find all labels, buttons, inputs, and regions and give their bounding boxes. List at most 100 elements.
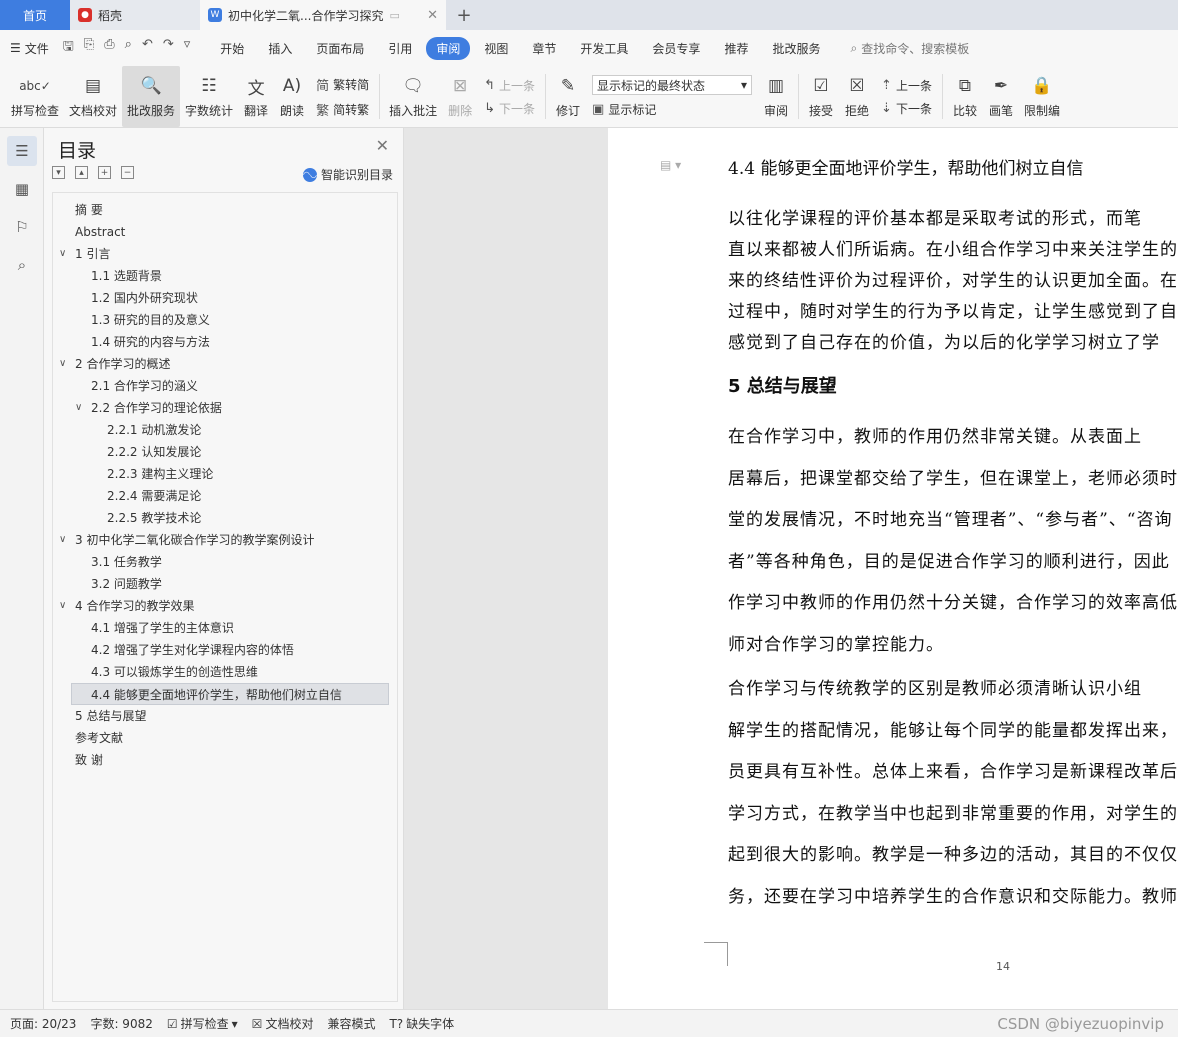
toc-item[interactable]: 4.1 增强了学生的主体意识 [53,617,397,639]
menu-item-9[interactable]: 推荐 [714,37,758,60]
close-tab-icon[interactable]: ✕ [427,8,438,23]
toc-item[interactable]: ∨ 3 初中化学二氧化碳合作学习的教学案例设计 [53,529,397,551]
lock-icon: 🔒 [1031,76,1053,96]
toc-item[interactable]: 5 总结与展望 [53,705,397,727]
menu-item-3[interactable]: 引用 [378,37,422,60]
collapse-chevron-icon[interactable]: ∨ [59,529,66,551]
menu-item-5[interactable]: 视图 [474,37,518,60]
toc-item[interactable]: ∨ 2.2 合作学习的理论依据 [53,397,397,419]
collapse-chevron-icon[interactable]: ∨ [59,353,66,375]
chapter-nav-icon[interactable]: ▦ [7,174,37,204]
read-aloud-button[interactable]: A) 朗读 [274,66,310,127]
smart-toc-button[interactable]: ◠◡ 智能识别目录 [302,166,393,183]
undo-icon[interactable]: ↶ [142,37,153,59]
toc-item[interactable]: 2.2.5 教学技术论 [53,507,397,529]
reject-button[interactable]: ☒ 拒绝 [839,66,875,127]
print-preview-icon[interactable]: ⌕ [125,37,132,59]
toc-item[interactable]: 致 谢 [53,749,397,771]
export-pdf-icon[interactable]: ⎘ [84,37,94,59]
add-heading-icon[interactable]: + [98,166,111,179]
remove-heading-icon[interactable]: − [121,166,134,179]
insert-comment-button[interactable]: 🗨 插入批注 [384,66,442,127]
menu-item-1[interactable]: 插入 [258,37,302,60]
collapse-chevron-icon[interactable]: ∨ [59,243,66,265]
toc-item[interactable]: 参考文献 [53,727,397,749]
menu-item-2[interactable]: 页面布局 [306,37,374,60]
toc-item[interactable]: 2.1 合作学习的涵义 [53,375,397,397]
toc-item[interactable]: Abstract [53,221,397,243]
print-icon[interactable]: ⎙ [104,37,114,59]
toc-item[interactable]: 1.2 国内外研究现状 [53,287,397,309]
word-count-button[interactable]: ☷ 字数统计 [180,66,238,127]
file-menu[interactable]: ☰ 文件 [10,40,49,57]
next-comment-button[interactable]: ↳ 下一条 [484,100,535,117]
toc-panel-icon[interactable]: ☰ [7,136,37,166]
status-spell-check[interactable]: ☑ 拼写检查 ▾ [167,1015,238,1032]
delete-comment-button[interactable]: ⊠ 删除 [442,66,478,127]
show-markup-button[interactable]: ▣ 显示标记 [592,101,752,118]
next-change-button[interactable]: ⇣ 下一条 [881,100,932,117]
restrict-editing-button[interactable]: 🔒 限制编 [1019,66,1065,127]
toc-item[interactable]: 1.4 研究的内容与方法 [53,331,397,353]
toc-item[interactable]: 3.2 问题教学 [53,573,397,595]
prev-comment-button[interactable]: ↰ 上一条 [484,77,535,94]
tab-home[interactable]: 首页 [0,0,70,30]
doc-proof-button[interactable]: ▤ 文档校对 [64,66,122,127]
spell-check-button[interactable]: abc✓ 拼写检查 [6,66,64,127]
toc-item[interactable]: ∨ 4 合作学习的教学效果 [53,595,397,617]
toc-item[interactable]: 2.2.3 建构主义理论 [53,463,397,485]
command-search[interactable]: ⌕ 查找命令、搜索模板 [850,40,969,57]
missing-fonts[interactable]: T? 缺失字体 [389,1015,454,1032]
toc-item[interactable]: 4.3 可以锻炼学生的创造性思维 [53,661,397,683]
compat-mode[interactable]: 兼容模式 [327,1015,375,1032]
pin-icon[interactable]: ▭ [389,9,399,22]
document-page[interactable]: ▤ ▾ 4.4 能够更全面地评价学生，帮助他们树立自信 以往化学课程的评价基本都… [608,128,1178,1009]
toc-item[interactable]: ∨ 2 合作学习的概述 [53,353,397,375]
menu-item-8[interactable]: 会员专享 [642,37,710,60]
bookmark-icon[interactable]: ⚐ [7,212,37,242]
review-pane-button[interactable]: ▥ 审阅 [758,66,794,127]
toc-item[interactable]: 1.3 研究的目的及意义 [53,309,397,331]
toc-item[interactable]: 4.4 能够更全面地评价学生，帮助他们树立自信 [71,683,389,705]
simp-to-trad-button[interactable]: 繁简转繁 [316,100,369,119]
show-markup-label: 显示标记 [608,103,657,117]
page-indicator[interactable]: 页面: 20/23 [10,1015,76,1032]
toc-item[interactable]: 2.2.4 需要满足论 [53,485,397,507]
menu-item-6[interactable]: 章节 [522,37,566,60]
toc-item[interactable]: 1.1 选题背景 [53,265,397,287]
customize-chevron-icon[interactable]: ▿ [184,37,191,59]
close-icon[interactable]: ✕ [376,136,389,155]
track-changes-button[interactable]: ✎ 修订 [550,66,586,127]
menu-item-4[interactable]: 审阅 [426,36,471,60]
menu-item-7[interactable]: 开发工具 [570,37,638,60]
collapse-chevron-icon[interactable]: ∨ [59,595,66,617]
collapse-chevron-icon[interactable]: ∨ [75,397,82,419]
search-icon[interactable]: ⌕ [7,250,37,280]
menu-item-10[interactable]: 批改服务 [762,37,830,60]
toc-item[interactable]: 2.2.2 认知发展论 [53,441,397,463]
correction-service-button[interactable]: 🔍 批改服务 [122,66,181,127]
toc-item[interactable]: 3.1 任务教学 [53,551,397,573]
pen-button[interactable]: ✒ 画笔 [983,66,1019,127]
redo-icon[interactable]: ↷ [163,37,174,59]
markup-state-select[interactable]: 显示标记的最终状态 ▾ [592,75,753,95]
toc-item[interactable]: 摘 要 [53,199,397,221]
menu-item-0[interactable]: 开始 [210,37,254,60]
toc-item[interactable]: 4.2 增强了学生对化学课程内容的体悟 [53,639,397,661]
prev-change-button[interactable]: ⇡ 上一条 [881,77,932,94]
status-doc-proof[interactable]: ☒ 文档校对 [252,1015,314,1032]
add-tab-button[interactable]: + [446,0,482,30]
compare-button[interactable]: ⧉ 比较 [947,66,983,127]
trad-to-simp-button[interactable]: 简繁转简 [316,75,369,94]
page-layout-icon[interactable]: ▤ ▾ [660,158,681,172]
tab-shell[interactable]: ● 稻壳 [70,0,200,30]
toc-item[interactable]: 2.2.1 动机激发论 [53,419,397,441]
toc-item[interactable]: ∨ 1 引言 [53,243,397,265]
accept-button[interactable]: ☑ 接受 [803,66,839,127]
translate-button[interactable]: 文 翻译 [238,66,274,127]
tab-document[interactable]: W 初中化学二氧...合作学习探究 ▭ ✕ [200,0,446,30]
save-icon[interactable]: 🖫 [63,37,74,59]
collapse-all-icon[interactable]: ▴ [75,166,88,179]
word-count-indicator[interactable]: 字数: 9082 [90,1015,152,1032]
expand-all-icon[interactable]: ▾ [52,166,65,179]
